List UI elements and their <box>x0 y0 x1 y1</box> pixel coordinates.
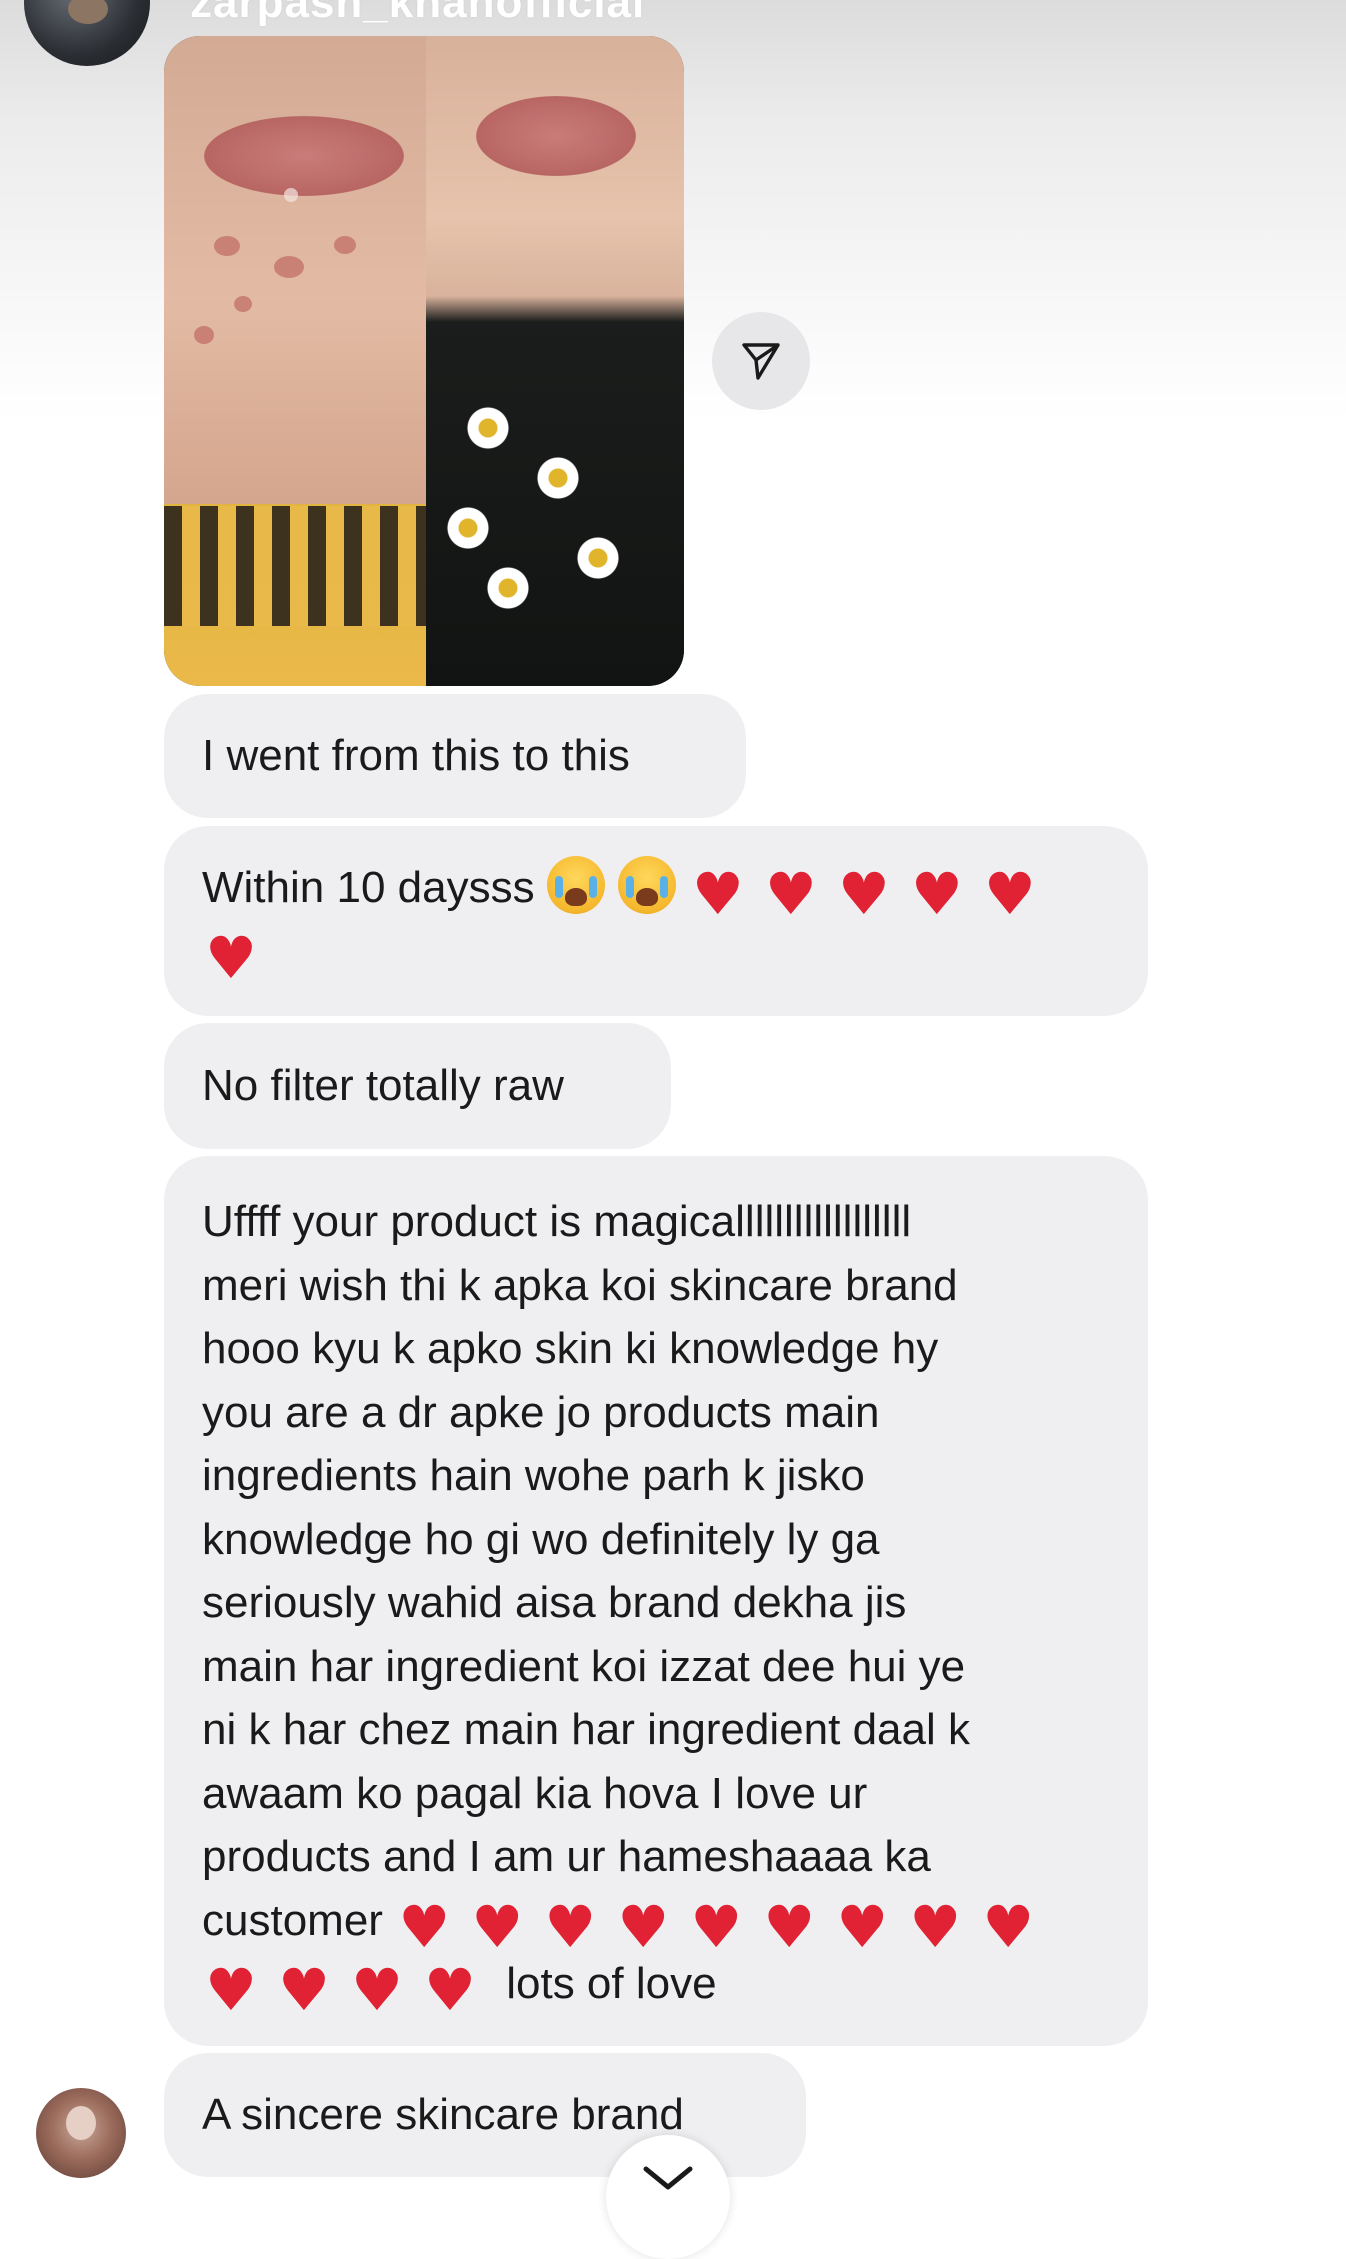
message-text: Within 10 daysss <box>202 863 535 912</box>
red-heart-icon: ♥ <box>909 1892 962 1961</box>
share-button[interactable] <box>712 312 810 410</box>
red-heart-icon: ♥ <box>471 1892 524 1961</box>
red-heart-icon: ♥ <box>424 1956 476 2024</box>
shared-photo[interactable] <box>164 36 684 686</box>
message-line: you are a dr apke jo products main <box>202 1387 880 1437</box>
message-line: ni k har chez main har ingredient daal k <box>202 1705 970 1754</box>
red-heart-icon: ♥ <box>837 860 890 928</box>
message-line: customer <box>202 1895 383 1945</box>
loudly-crying-face-icon <box>546 856 605 914</box>
message-line: main har ingredient koi izzat dee hui ye <box>202 1641 966 1691</box>
message-line: ingredients hain wohe parh k jisko <box>202 1451 865 1500</box>
red-heart-icon: ♥ <box>398 1892 451 1961</box>
photo-after <box>426 36 684 686</box>
message-line: Uffff your product is magicallllllllllll… <box>202 1197 912 1246</box>
red-heart-icon: ♥ <box>351 1956 403 2024</box>
message-line: hooo kyu k apko skin ki knowledge hy <box>202 1324 939 1373</box>
red-heart-icon: ♥ <box>690 1892 743 1961</box>
red-heart-icon: ♥ <box>983 860 1036 928</box>
message-content: Within 10 daysss ♥ ♥ ♥ ♥ ♥ ♥ <box>202 856 1122 987</box>
red-heart-icon: ♥ <box>278 1956 330 2024</box>
red-heart-icon: ♥ <box>205 923 257 992</box>
red-heart-icon: ♥ <box>910 860 963 928</box>
message-line: lots of love <box>506 1959 717 2008</box>
message-line: products and I am ur hameshaaaa ka <box>202 1832 931 1881</box>
sender-username[interactable]: zarpash_khanofficial <box>190 0 645 28</box>
message-bubble[interactable]: Uffff your product is magicallllllllllll… <box>164 1156 1148 2046</box>
scroll-down-button[interactable] <box>606 2135 730 2259</box>
red-heart-icon: ♥ <box>544 1892 597 1961</box>
red-heart-icon: ♥ <box>982 1892 1035 1961</box>
message-bubble[interactable]: Within 10 daysss ♥ ♥ ♥ ♥ ♥ ♥ <box>164 826 1148 1016</box>
message-text: I went from this to this <box>202 731 630 780</box>
message-content: Uffff your product is magicallllllllllll… <box>202 1190 1122 2024</box>
message-line: seriously wahid aisa brand dekha jis <box>202 1578 907 1627</box>
red-heart-icon: ♥ <box>764 860 817 928</box>
message-line: knowledge ho gi wo definitely ly ga <box>202 1514 880 1564</box>
red-heart-icon: ♥ <box>836 1892 889 1961</box>
message-line: awaam ko pagal kia hova I love ur <box>202 1768 868 1818</box>
message-text: A sincere skincare brand <box>202 2090 684 2139</box>
loudly-crying-face-icon <box>617 856 676 914</box>
red-heart-icon: ♥ <box>205 1956 257 2024</box>
message-line: meri wish thi k apka koi skincare brand <box>202 1260 958 1310</box>
message-bubble[interactable]: I went from this to this <box>164 694 746 818</box>
message-bubble[interactable]: No filter totally raw <box>164 1023 671 1149</box>
sender-avatar[interactable] <box>36 2088 126 2178</box>
red-heart-icon: ♥ <box>763 1892 816 1961</box>
red-heart-icon: ♥ <box>617 1892 670 1961</box>
photo-before <box>164 36 426 686</box>
message-text: No filter totally raw <box>202 1061 564 1110</box>
red-heart-icon: ♥ <box>691 860 744 928</box>
